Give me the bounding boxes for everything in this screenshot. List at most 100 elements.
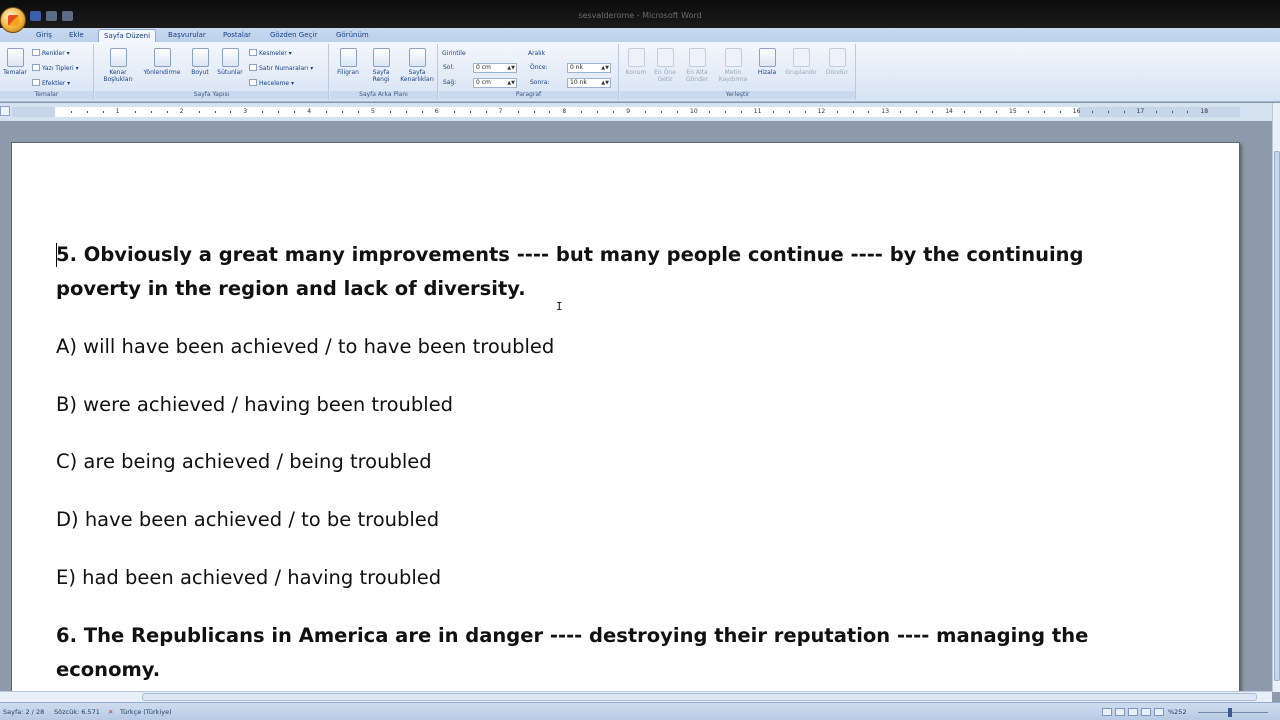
hyphenation-icon: [249, 79, 257, 86]
zoom-slider-handle[interactable]: [1228, 708, 1232, 717]
ruler-text-area: [55, 107, 1079, 117]
ruler-tick: [740, 111, 742, 113]
indent-right-input[interactable]: 0 cm ▲▼: [473, 78, 517, 88]
spacing-before-label: Önce:: [530, 64, 548, 71]
web-layout-view-icon[interactable]: [1128, 708, 1138, 716]
position-button[interactable]: Konum: [622, 48, 650, 76]
document-page[interactable]: 5. Obviously a great many improvements -…: [11, 142, 1240, 691]
ruler-tick: [1107, 111, 1109, 113]
tab-basvurular[interactable]: Başvurular: [163, 29, 211, 42]
spacing-before-input[interactable]: 0 nk ▲▼: [567, 63, 611, 73]
tab-ekle[interactable]: Ekle: [64, 29, 89, 42]
group-label-paragraf: Paragraf: [439, 91, 618, 99]
tab-gorunum[interactable]: Görünüm: [331, 29, 374, 42]
send-back-button[interactable]: En Alta Gönder: [681, 48, 713, 83]
group-objects-button[interactable]: Gruplandır: [782, 48, 820, 76]
vertical-scrollbar[interactable]: [1272, 103, 1280, 692]
tab-giris[interactable]: Giriş: [31, 29, 57, 42]
tab-postalar[interactable]: Postalar: [218, 29, 256, 42]
orientation-icon: [153, 48, 171, 67]
print-layout-view-icon[interactable]: [1102, 708, 1112, 716]
columns-button[interactable]: Sütunlar: [215, 48, 245, 76]
option-e[interactable]: E) had been achieved / having troubled: [56, 561, 1056, 595]
ruler-tick: [166, 111, 168, 113]
ruler-tick: [294, 111, 296, 113]
page-borders-button[interactable]: Sayfa Kenarlıkları: [398, 48, 436, 83]
outline-view-icon[interactable]: [1141, 708, 1151, 716]
bring-front-icon: [656, 48, 674, 67]
size-button[interactable]: Boyut: [187, 48, 213, 76]
ruler-tick: [772, 111, 774, 113]
spinner-arrows-icon[interactable]: ▲▼: [601, 79, 609, 87]
spacing-after-input[interactable]: 10 nk ▲▼: [567, 78, 611, 88]
horizontal-ruler[interactable]: 1 2 3 4 5 6 7 8 9 10 11 12 13 14 15 16 17 18: [12, 107, 1240, 117]
option-c[interactable]: C) are being achieved / being troubled: [56, 445, 1056, 479]
office-button[interactable]: [0, 7, 26, 33]
ruler-tick: [86, 111, 88, 113]
status-bar: Sayfa: 2 / 28 Sözcük: 6.571 ✕ Türkçe (Tü…: [0, 702, 1280, 720]
ruler-tick: [581, 111, 583, 113]
document-area: 5. Obviously a great many improvements -…: [0, 121, 1272, 691]
question-6-line-2[interactable]: economy.: [56, 653, 1056, 687]
group-label-sayfa-arka-plani: Sayfa Arka Planı: [330, 91, 437, 99]
ruler-tick: [326, 111, 328, 113]
question-5-line-1[interactable]: 5. Obviously a great many improvements -…: [56, 238, 1084, 272]
ruler-tick: [342, 111, 344, 113]
horizontal-scrollbar[interactable]: [0, 691, 1272, 702]
effects-button[interactable]: Efektler ▾: [32, 79, 70, 88]
text-wrap-button[interactable]: Metin Kaydırma: [715, 48, 751, 83]
watermark-button[interactable]: Filigran: [333, 48, 363, 76]
ruler-tick: [453, 111, 455, 113]
status-words[interactable]: Sözcük: 6.571: [54, 708, 100, 716]
page-color-icon: [372, 48, 390, 67]
ruler-tick: [549, 111, 551, 113]
status-language[interactable]: Türkçe (Türkiye): [120, 708, 172, 716]
status-page[interactable]: Sayfa: 2 / 28: [3, 708, 44, 716]
group-temalar: Temalar Renkler ▾ Yazı Tipleri ▾ Efektle…: [0, 44, 94, 100]
draft-view-icon[interactable]: [1154, 708, 1164, 716]
align-icon: [758, 48, 776, 67]
line-numbers-button[interactable]: Satır Numaraları ▾: [249, 64, 313, 73]
ruler-number: 8: [562, 108, 567, 115]
spinner-arrows-icon[interactable]: ▲▼: [507, 64, 515, 72]
hyphenation-button[interactable]: Heceleme ▾: [249, 79, 294, 88]
ribbon-tabs: Giriş Ekle Sayfa Düzeni Başvurular Posta…: [0, 28, 1280, 42]
proofing-icon[interactable]: ✕: [108, 708, 113, 716]
breaks-button[interactable]: Kesmeler ▾: [249, 49, 292, 58]
group-sayfa-arka-plani: Filigran Sayfa Rengi Sayfa Kenarlıkları …: [330, 44, 438, 100]
zoom-slider[interactable]: [1198, 712, 1268, 713]
option-a[interactable]: A) will have been achieved / to have bee…: [56, 330, 1056, 364]
spinner-arrows-icon[interactable]: ▲▼: [601, 64, 609, 72]
tab-gozden-gecir[interactable]: Gözden Geçir: [265, 29, 322, 42]
ruler-tick: [214, 111, 216, 113]
fonts-button[interactable]: Yazı Tipleri ▾: [32, 64, 79, 73]
tab-sayfa-duzeni[interactable]: Sayfa Düzeni: [98, 29, 157, 42]
page-borders-icon: [408, 48, 426, 67]
spinner-arrows-icon[interactable]: ▲▼: [507, 79, 515, 87]
ruler-tick: [804, 111, 806, 113]
indent-left-input[interactable]: 0 cm ▲▼: [473, 63, 517, 73]
tab-selector[interactable]: [0, 106, 10, 116]
full-screen-view-icon[interactable]: [1115, 708, 1125, 716]
orientation-button[interactable]: Yönlendirme: [140, 48, 184, 76]
ruler-number: 17: [1136, 108, 1145, 115]
align-button[interactable]: Hizala: [754, 48, 780, 76]
size-icon: [191, 48, 209, 67]
ruler-tick: [421, 111, 423, 113]
horizontal-scroll-thumb[interactable]: [142, 693, 1257, 701]
colors-button[interactable]: Renkler ▾: [32, 49, 70, 58]
question-6-line-1[interactable]: 6. The Republicans in America are in dan…: [56, 619, 1088, 653]
ruler-tick: [262, 111, 264, 113]
zoom-level[interactable]: %252: [1168, 708, 1187, 716]
rotate-button[interactable]: Döndür: [822, 48, 852, 76]
option-d[interactable]: D) have been achieved / to be troubled: [56, 503, 1056, 537]
title-bar: sesvalderome - Microsoft Word: [0, 0, 1280, 28]
margins-button[interactable]: Kenar Boşlukları: [99, 48, 137, 83]
page-color-button[interactable]: Sayfa Rengi: [365, 48, 397, 83]
bring-front-button[interactable]: En Öne Getir: [650, 48, 680, 83]
vertical-scroll-thumb[interactable]: [1274, 151, 1280, 681]
themes-button[interactable]: Temalar: [3, 48, 27, 76]
position-icon: [627, 48, 645, 67]
ruler-tick: [405, 111, 407, 113]
option-b[interactable]: B) were achieved / having been troubled: [56, 388, 1056, 422]
